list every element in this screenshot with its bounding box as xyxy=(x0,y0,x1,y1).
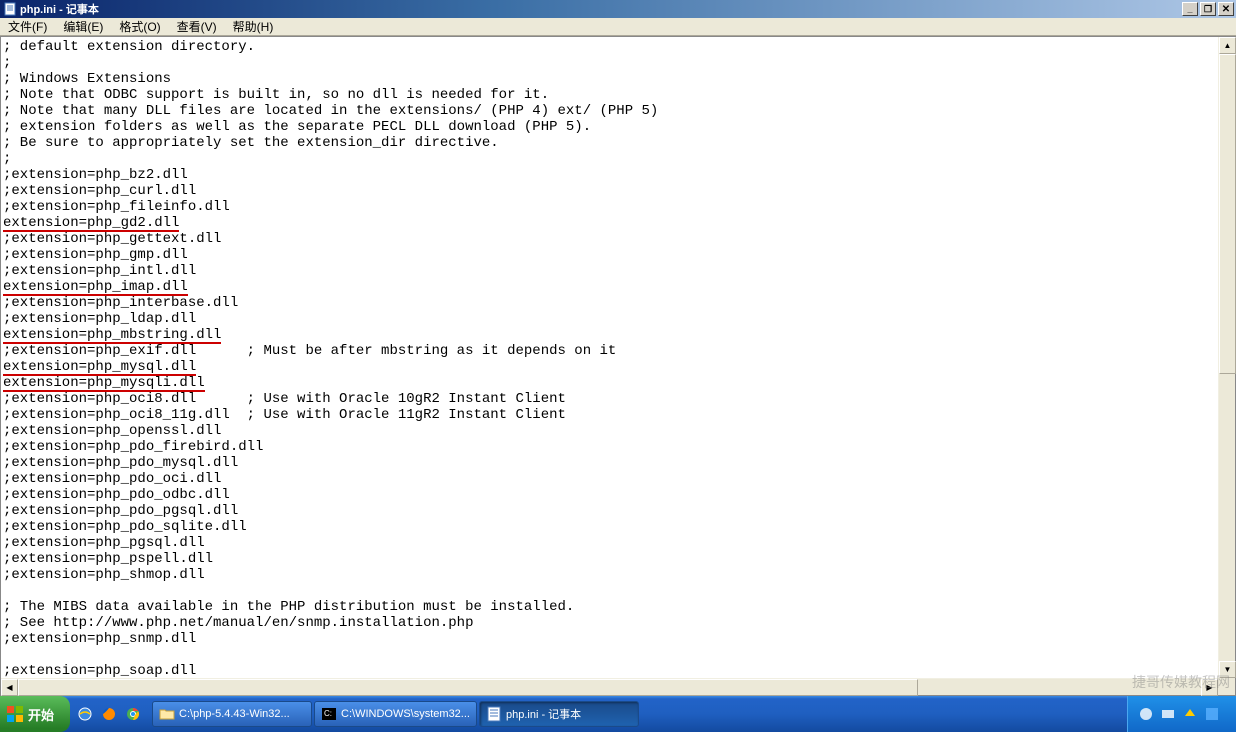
text-line[interactable]: ; Be sure to appropriately set the exten… xyxy=(3,135,1216,151)
quick-launch xyxy=(70,703,148,725)
text-line[interactable]: extension=php_mbstring.dll xyxy=(3,327,1216,343)
taskbar-task[interactable]: php.ini - 记事本 xyxy=(479,701,639,727)
scroll-corner xyxy=(1218,678,1235,695)
text-line[interactable]: extension=php_imap.dll xyxy=(3,279,1216,295)
text-line[interactable]: ;extension=php_pgsql.dll xyxy=(3,535,1216,551)
scroll-right-button[interactable]: ▶ xyxy=(1201,679,1218,696)
tray-icon[interactable] xyxy=(1160,706,1176,722)
scroll-down-button[interactable]: ▼ xyxy=(1219,661,1236,678)
close-button[interactable]: ✕ xyxy=(1218,2,1234,16)
text-line[interactable]: ;extension=php_bz2.dll xyxy=(3,167,1216,183)
text-line[interactable]: ; See http://www.php.net/manual/en/snmp.… xyxy=(3,615,1216,631)
text-line[interactable]: ;extension=php_ldap.dll xyxy=(3,311,1216,327)
text-line[interactable]: ;extension=php_intl.dll xyxy=(3,263,1216,279)
text-line[interactable]: ;extension=php_exif.dll ; Must be after … xyxy=(3,343,1216,359)
titlebar: php.ini - 记事本 _ ❐ ✕ xyxy=(0,0,1236,18)
scroll-left-button[interactable]: ◀ xyxy=(1,679,18,696)
text-line[interactable]: ;extension=php_oci8.dll ; Use with Oracl… xyxy=(3,391,1216,407)
taskbar-task[interactable]: C:\php-5.4.43-Win32... xyxy=(152,701,312,727)
text-line[interactable]: ;extension=php_shmop.dll xyxy=(3,567,1216,583)
text-line[interactable]: ;extension=php_soap.dll xyxy=(3,663,1216,678)
text-line[interactable]: extension=php_gd2.dll xyxy=(3,215,1216,231)
text-line[interactable]: ;extension=php_pdo_odbc.dll xyxy=(3,487,1216,503)
menu-file[interactable]: 文件(F) xyxy=(0,18,55,35)
text-content[interactable]: ; default extension directory.;; Windows… xyxy=(1,37,1218,678)
svg-text:C:: C: xyxy=(324,709,332,718)
taskbar: 开始 C:\php-5.4.43-Win32...C:C:\WINDOWS\sy… xyxy=(0,696,1236,732)
text-line[interactable]: ; Note that many DLL files are located i… xyxy=(3,103,1216,119)
text-line[interactable]: ;extension=php_snmp.dll xyxy=(3,631,1216,647)
vertical-scrollbar[interactable]: ▲ ▼ xyxy=(1218,37,1235,678)
ie-icon[interactable] xyxy=(74,703,96,725)
horizontal-scroll-thumb[interactable] xyxy=(18,679,918,696)
menu-edit[interactable]: 编辑(E) xyxy=(55,18,111,35)
editor-area: ; default extension directory.;; Windows… xyxy=(0,36,1236,696)
text-line[interactable]: ; xyxy=(3,151,1216,167)
text-line[interactable]: ;extension=php_gmp.dll xyxy=(3,247,1216,263)
text-line[interactable]: ; Note that ODBC support is built in, so… xyxy=(3,87,1216,103)
text-line[interactable]: ;extension=php_oci8_11g.dll ; Use with O… xyxy=(3,407,1216,423)
menu-help[interactable]: 帮助(H) xyxy=(225,18,282,35)
restore-button[interactable]: ❐ xyxy=(1200,2,1216,16)
text-line[interactable]: ;extension=php_gettext.dll xyxy=(3,231,1216,247)
start-button[interactable]: 开始 xyxy=(0,696,70,732)
menu-format[interactable]: 格式(O) xyxy=(111,18,168,35)
text-line[interactable]: ;extension=php_openssl.dll xyxy=(3,423,1216,439)
menubar: 文件(F) 编辑(E) 格式(O) 查看(V) 帮助(H) xyxy=(0,18,1236,36)
tray-icon[interactable] xyxy=(1138,706,1154,722)
menu-view[interactable]: 查看(V) xyxy=(169,18,225,35)
taskbar-task[interactable]: C:C:\WINDOWS\system32... xyxy=(314,701,477,727)
tray-icon[interactable] xyxy=(1204,706,1220,722)
text-line[interactable]: ;extension=php_pdo_sqlite.dll xyxy=(3,519,1216,535)
text-line[interactable]: extension=php_mysqli.dll xyxy=(3,375,1216,391)
start-label: 开始 xyxy=(28,705,54,724)
taskbar-tasks: C:\php-5.4.43-Win32...C:C:\WINDOWS\syste… xyxy=(148,701,1127,727)
horizontal-scrollbar[interactable]: ◀ ▶ xyxy=(1,678,1218,695)
chrome-icon[interactable] xyxy=(122,703,144,725)
vertical-scroll-thumb[interactable] xyxy=(1219,54,1236,374)
text-line[interactable]: ;extension=php_curl.dll xyxy=(3,183,1216,199)
scroll-up-button[interactable]: ▲ xyxy=(1219,37,1236,54)
notepad-icon xyxy=(3,2,17,16)
text-line[interactable]: ;extension=php_pdo_firebird.dll xyxy=(3,439,1216,455)
text-line[interactable]: ; xyxy=(3,55,1216,71)
text-line[interactable]: extension=php_mysql.dll xyxy=(3,359,1216,375)
text-line[interactable]: ; The MIBS data available in the PHP dis… xyxy=(3,599,1216,615)
text-line[interactable] xyxy=(3,583,1216,599)
text-line[interactable]: ; extension folders as well as the separ… xyxy=(3,119,1216,135)
text-line[interactable]: ; Windows Extensions xyxy=(3,71,1216,87)
text-line[interactable]: ;extension=php_pspell.dll xyxy=(3,551,1216,567)
text-line[interactable]: ;extension=php_pdo_pgsql.dll xyxy=(3,503,1216,519)
minimize-button[interactable]: _ xyxy=(1182,2,1198,16)
windows-logo-icon xyxy=(6,705,24,723)
text-line[interactable]: ;extension=php_pdo_oci.dll xyxy=(3,471,1216,487)
tray-icon[interactable] xyxy=(1182,706,1198,722)
text-line[interactable]: ;extension=php_pdo_mysql.dll xyxy=(3,455,1216,471)
system-tray[interactable] xyxy=(1127,696,1236,732)
window-title: php.ini - 记事本 xyxy=(20,1,1180,17)
text-line[interactable] xyxy=(3,647,1216,663)
firefox-icon[interactable] xyxy=(98,703,120,725)
text-line[interactable]: ;extension=php_interbase.dll xyxy=(3,295,1216,311)
window-buttons: _ ❐ ✕ xyxy=(1180,2,1234,16)
text-line[interactable]: ; default extension directory. xyxy=(3,39,1216,55)
text-line[interactable]: ;extension=php_fileinfo.dll xyxy=(3,199,1216,215)
